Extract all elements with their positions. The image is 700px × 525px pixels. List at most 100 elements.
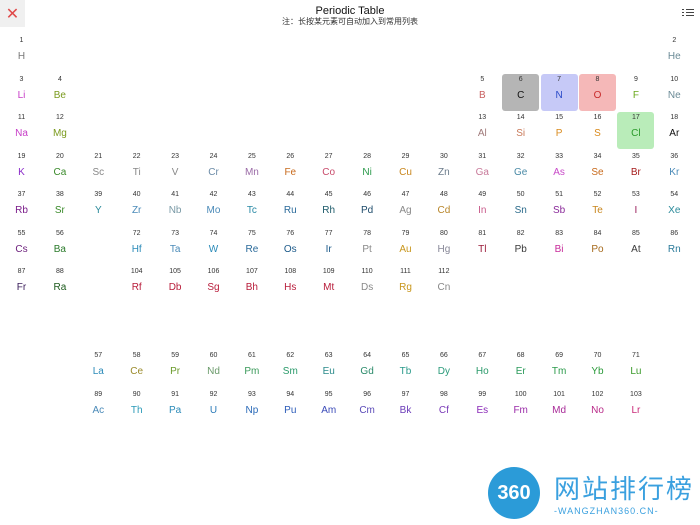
element-cell[interactable]: 63 Eu bbox=[310, 350, 347, 387]
element-cell[interactable]: 64 Gd bbox=[349, 350, 386, 387]
element-cell[interactable]: 102 No bbox=[579, 389, 616, 426]
element-cell[interactable]: 50 Sn bbox=[502, 189, 539, 226]
element-cell[interactable]: 9F bbox=[617, 74, 654, 111]
element-cell[interactable]: 16 S bbox=[579, 112, 616, 149]
element-cell[interactable]: 74 W bbox=[195, 228, 232, 265]
element-cell[interactable]: 77 Ir bbox=[310, 228, 347, 265]
element-cell[interactable]: 69 Tm bbox=[541, 350, 578, 387]
element-cell[interactable]: 7N bbox=[540, 73, 578, 111]
element-cell[interactable]: 76 Os bbox=[272, 228, 309, 265]
element-cell[interactable]: 89 Ac bbox=[80, 389, 117, 426]
element-cell[interactable]: 35 Br bbox=[617, 151, 654, 188]
element-cell[interactable]: 71 Lu bbox=[617, 350, 654, 387]
element-cell[interactable]: 92 U bbox=[195, 389, 232, 426]
element-cell[interactable]: 107 Bh bbox=[233, 266, 270, 303]
element-cell[interactable]: 90 Th bbox=[118, 389, 155, 426]
element-cell[interactable]: 60 Nd bbox=[195, 350, 232, 387]
element-cell[interactable]: 79 Au bbox=[387, 228, 424, 265]
element-cell[interactable]: 54 Xe bbox=[656, 189, 693, 226]
element-cell[interactable]: 82 Pb bbox=[502, 228, 539, 265]
element-cell[interactable]: 65 Tb bbox=[387, 350, 424, 387]
element-cell[interactable]: 44 Ru bbox=[272, 189, 309, 226]
element-cell[interactable]: 20 Ca bbox=[41, 151, 78, 188]
element-cell[interactable]: 32 Ge bbox=[502, 151, 539, 188]
element-cell[interactable]: 66 Dy bbox=[425, 350, 462, 387]
element-cell[interactable]: 109 Mt bbox=[310, 266, 347, 303]
element-cell[interactable]: 41 Nb bbox=[157, 189, 194, 226]
element-cell[interactable]: 33 As bbox=[541, 151, 578, 188]
element-cell[interactable]: 40 Zr bbox=[118, 189, 155, 226]
element-cell[interactable]: 14 Si bbox=[502, 112, 539, 149]
element-cell[interactable]: 70 Yb bbox=[579, 350, 616, 387]
element-cell[interactable]: 47 Ag bbox=[387, 189, 424, 226]
element-cell[interactable]: 101 Md bbox=[541, 389, 578, 426]
element-cell[interactable]: 61 Pm bbox=[233, 350, 270, 387]
element-cell[interactable]: 80 Hg bbox=[425, 228, 462, 265]
element-cell[interactable]: 67 Ho bbox=[464, 350, 501, 387]
element-cell[interactable]: 68 Er bbox=[502, 350, 539, 387]
element-cell[interactable]: 73 Ta bbox=[157, 228, 194, 265]
element-cell[interactable]: 38 Sr bbox=[41, 189, 78, 226]
element-cell[interactable]: 103 Lr bbox=[617, 389, 654, 426]
element-cell[interactable]: 55 Cs bbox=[3, 228, 40, 265]
element-cell[interactable]: 26 Fe bbox=[272, 151, 309, 188]
element-cell[interactable]: 12 Mg bbox=[41, 112, 78, 149]
element-cell[interactable]: 34 Se bbox=[579, 151, 616, 188]
element-cell[interactable]: 36 Kr bbox=[656, 151, 693, 188]
element-cell[interactable]: 28 Ni bbox=[349, 151, 386, 188]
element-cell[interactable]: 104 Rf bbox=[118, 266, 155, 303]
element-cell[interactable]: 13 Al bbox=[464, 112, 501, 149]
element-cell[interactable]: 81 Tl bbox=[464, 228, 501, 265]
element-cell[interactable]: 93 Np bbox=[233, 389, 270, 426]
element-cell[interactable]: 100 Fm bbox=[502, 389, 539, 426]
element-cell[interactable]: 2 He bbox=[656, 35, 693, 72]
element-cell[interactable]: 78 Pt bbox=[349, 228, 386, 265]
element-cell[interactable]: 3 Li bbox=[3, 74, 40, 111]
element-cell[interactable]: 59 Pr bbox=[157, 350, 194, 387]
element-cell[interactable]: 112 Cn bbox=[425, 266, 462, 303]
element-cell[interactable]: 58 Ce bbox=[118, 350, 155, 387]
element-cell[interactable]: 42 Mo bbox=[195, 189, 232, 226]
element-cell[interactable]: 86 Rn bbox=[656, 228, 693, 265]
element-cell[interactable]: 62 Sm bbox=[272, 350, 309, 387]
element-cell[interactable]: 48 Cd bbox=[425, 189, 462, 226]
element-cell[interactable]: 11 Na bbox=[3, 112, 40, 149]
element-cell[interactable]: 111 Rg bbox=[387, 266, 424, 303]
element-cell[interactable]: 98 Cf bbox=[425, 389, 462, 426]
element-cell[interactable]: 22 Ti bbox=[118, 151, 155, 188]
list-button[interactable] bbox=[682, 8, 694, 18]
element-cell[interactable]: 95 Am bbox=[310, 389, 347, 426]
element-cell[interactable]: 49 In bbox=[464, 189, 501, 226]
element-cell[interactable]: 72 Hf bbox=[118, 228, 155, 265]
element-cell[interactable]: 30 Zn bbox=[425, 151, 462, 188]
element-cell[interactable]: 31 Ga bbox=[464, 151, 501, 188]
element-cell[interactable]: 56 Ba bbox=[41, 228, 78, 265]
element-cell[interactable]: 94 Pu bbox=[272, 389, 309, 426]
element-cell[interactable]: 18 Ar bbox=[656, 112, 693, 149]
element-cell[interactable]: 87 Fr bbox=[3, 266, 40, 303]
element-cell[interactable]: 88 Ra bbox=[41, 266, 78, 303]
element-cell[interactable]: 43 Tc bbox=[233, 189, 270, 226]
element-cell[interactable]: 25 Mn bbox=[233, 151, 270, 188]
element-cell[interactable]: 39 Y bbox=[80, 189, 117, 226]
element-cell[interactable]: 53 I bbox=[617, 189, 654, 226]
element-cell[interactable]: 51 Sb bbox=[541, 189, 578, 226]
element-cell[interactable]: 17 Cl bbox=[617, 112, 655, 149]
element-cell[interactable]: 52 Te bbox=[579, 189, 616, 226]
element-cell[interactable]: 19 K bbox=[3, 151, 40, 188]
element-cell[interactable]: 21 Sc bbox=[80, 151, 117, 188]
element-cell[interactable]: 57 La bbox=[80, 350, 117, 387]
element-cell[interactable]: 24 Cr bbox=[195, 151, 232, 188]
element-cell[interactable]: 84 Po bbox=[579, 228, 616, 265]
element-cell[interactable]: 108 Hs bbox=[272, 266, 309, 303]
element-cell[interactable]: 96 Cm bbox=[349, 389, 386, 426]
element-cell[interactable]: 10 Ne bbox=[656, 74, 693, 111]
element-cell[interactable]: 15 P bbox=[541, 112, 578, 149]
element-cell[interactable]: 27 Co bbox=[310, 151, 347, 188]
element-cell[interactable]: 85 At bbox=[617, 228, 654, 265]
element-cell[interactable]: 91 Pa bbox=[157, 389, 194, 426]
element-cell[interactable]: 37 Rb bbox=[3, 189, 40, 226]
element-cell[interactable]: 45 Rh bbox=[310, 189, 347, 226]
element-cell[interactable]: 106 Sg bbox=[195, 266, 232, 303]
element-cell[interactable]: 97 Bk bbox=[387, 389, 424, 426]
